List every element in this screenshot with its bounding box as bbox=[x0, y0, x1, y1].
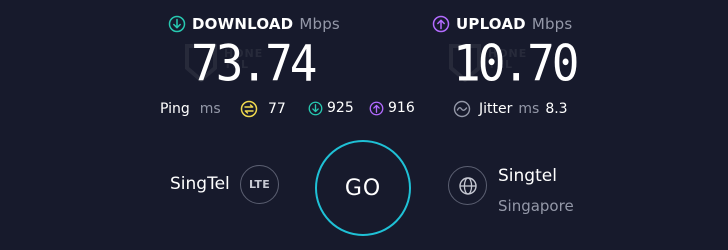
upload-header: UPLOAD Mbps bbox=[432, 15, 572, 33]
server-location: Singapore bbox=[498, 197, 574, 215]
go-button-label: GO bbox=[344, 175, 382, 201]
connection-type-label: LTE bbox=[248, 178, 271, 191]
connection-type-badge: LTE bbox=[240, 165, 279, 204]
upload-speed-value: 10.70 bbox=[453, 33, 579, 93]
ping-upload: 916 bbox=[369, 100, 415, 116]
download-unit: Mbps bbox=[299, 15, 340, 33]
ping-idle-value: 77 bbox=[268, 101, 286, 117]
jitter-value: 8.3 bbox=[545, 101, 568, 117]
isp-name: SingTel bbox=[170, 174, 230, 194]
ping-download: 925 bbox=[308, 100, 354, 116]
ping-unit: ms bbox=[199, 101, 221, 117]
upload-unit: Mbps bbox=[531, 15, 573, 33]
ping-upload-value: 916 bbox=[388, 100, 415, 116]
arrow-down-circle-icon bbox=[168, 15, 186, 33]
download-header: DOWNLOAD Mbps bbox=[168, 15, 340, 33]
download-speed-value: 73.74 bbox=[191, 33, 317, 93]
ping-idle: 77 bbox=[240, 100, 286, 118]
jitter-icon bbox=[453, 100, 471, 118]
server-globe-badge[interactable] bbox=[448, 166, 487, 205]
jitter-label: Jitter bbox=[479, 101, 513, 117]
ping-download-icon bbox=[308, 101, 323, 116]
arrow-up-circle-icon bbox=[432, 15, 450, 33]
globe-icon bbox=[458, 176, 478, 196]
ping-idle-icon bbox=[240, 100, 258, 118]
jitter: Jitter ms 8.3 bbox=[453, 100, 568, 118]
go-button[interactable]: GO bbox=[315, 140, 411, 236]
ping-upload-icon bbox=[369, 101, 384, 116]
server-name[interactable]: Singtel bbox=[498, 166, 557, 186]
ping-download-value: 925 bbox=[327, 100, 354, 116]
download-label: DOWNLOAD bbox=[192, 15, 294, 33]
ping-label-group: Ping ms bbox=[160, 101, 221, 117]
upload-label: UPLOAD bbox=[456, 15, 526, 33]
ping-label: Ping bbox=[160, 101, 190, 117]
jitter-unit: ms bbox=[518, 101, 540, 117]
